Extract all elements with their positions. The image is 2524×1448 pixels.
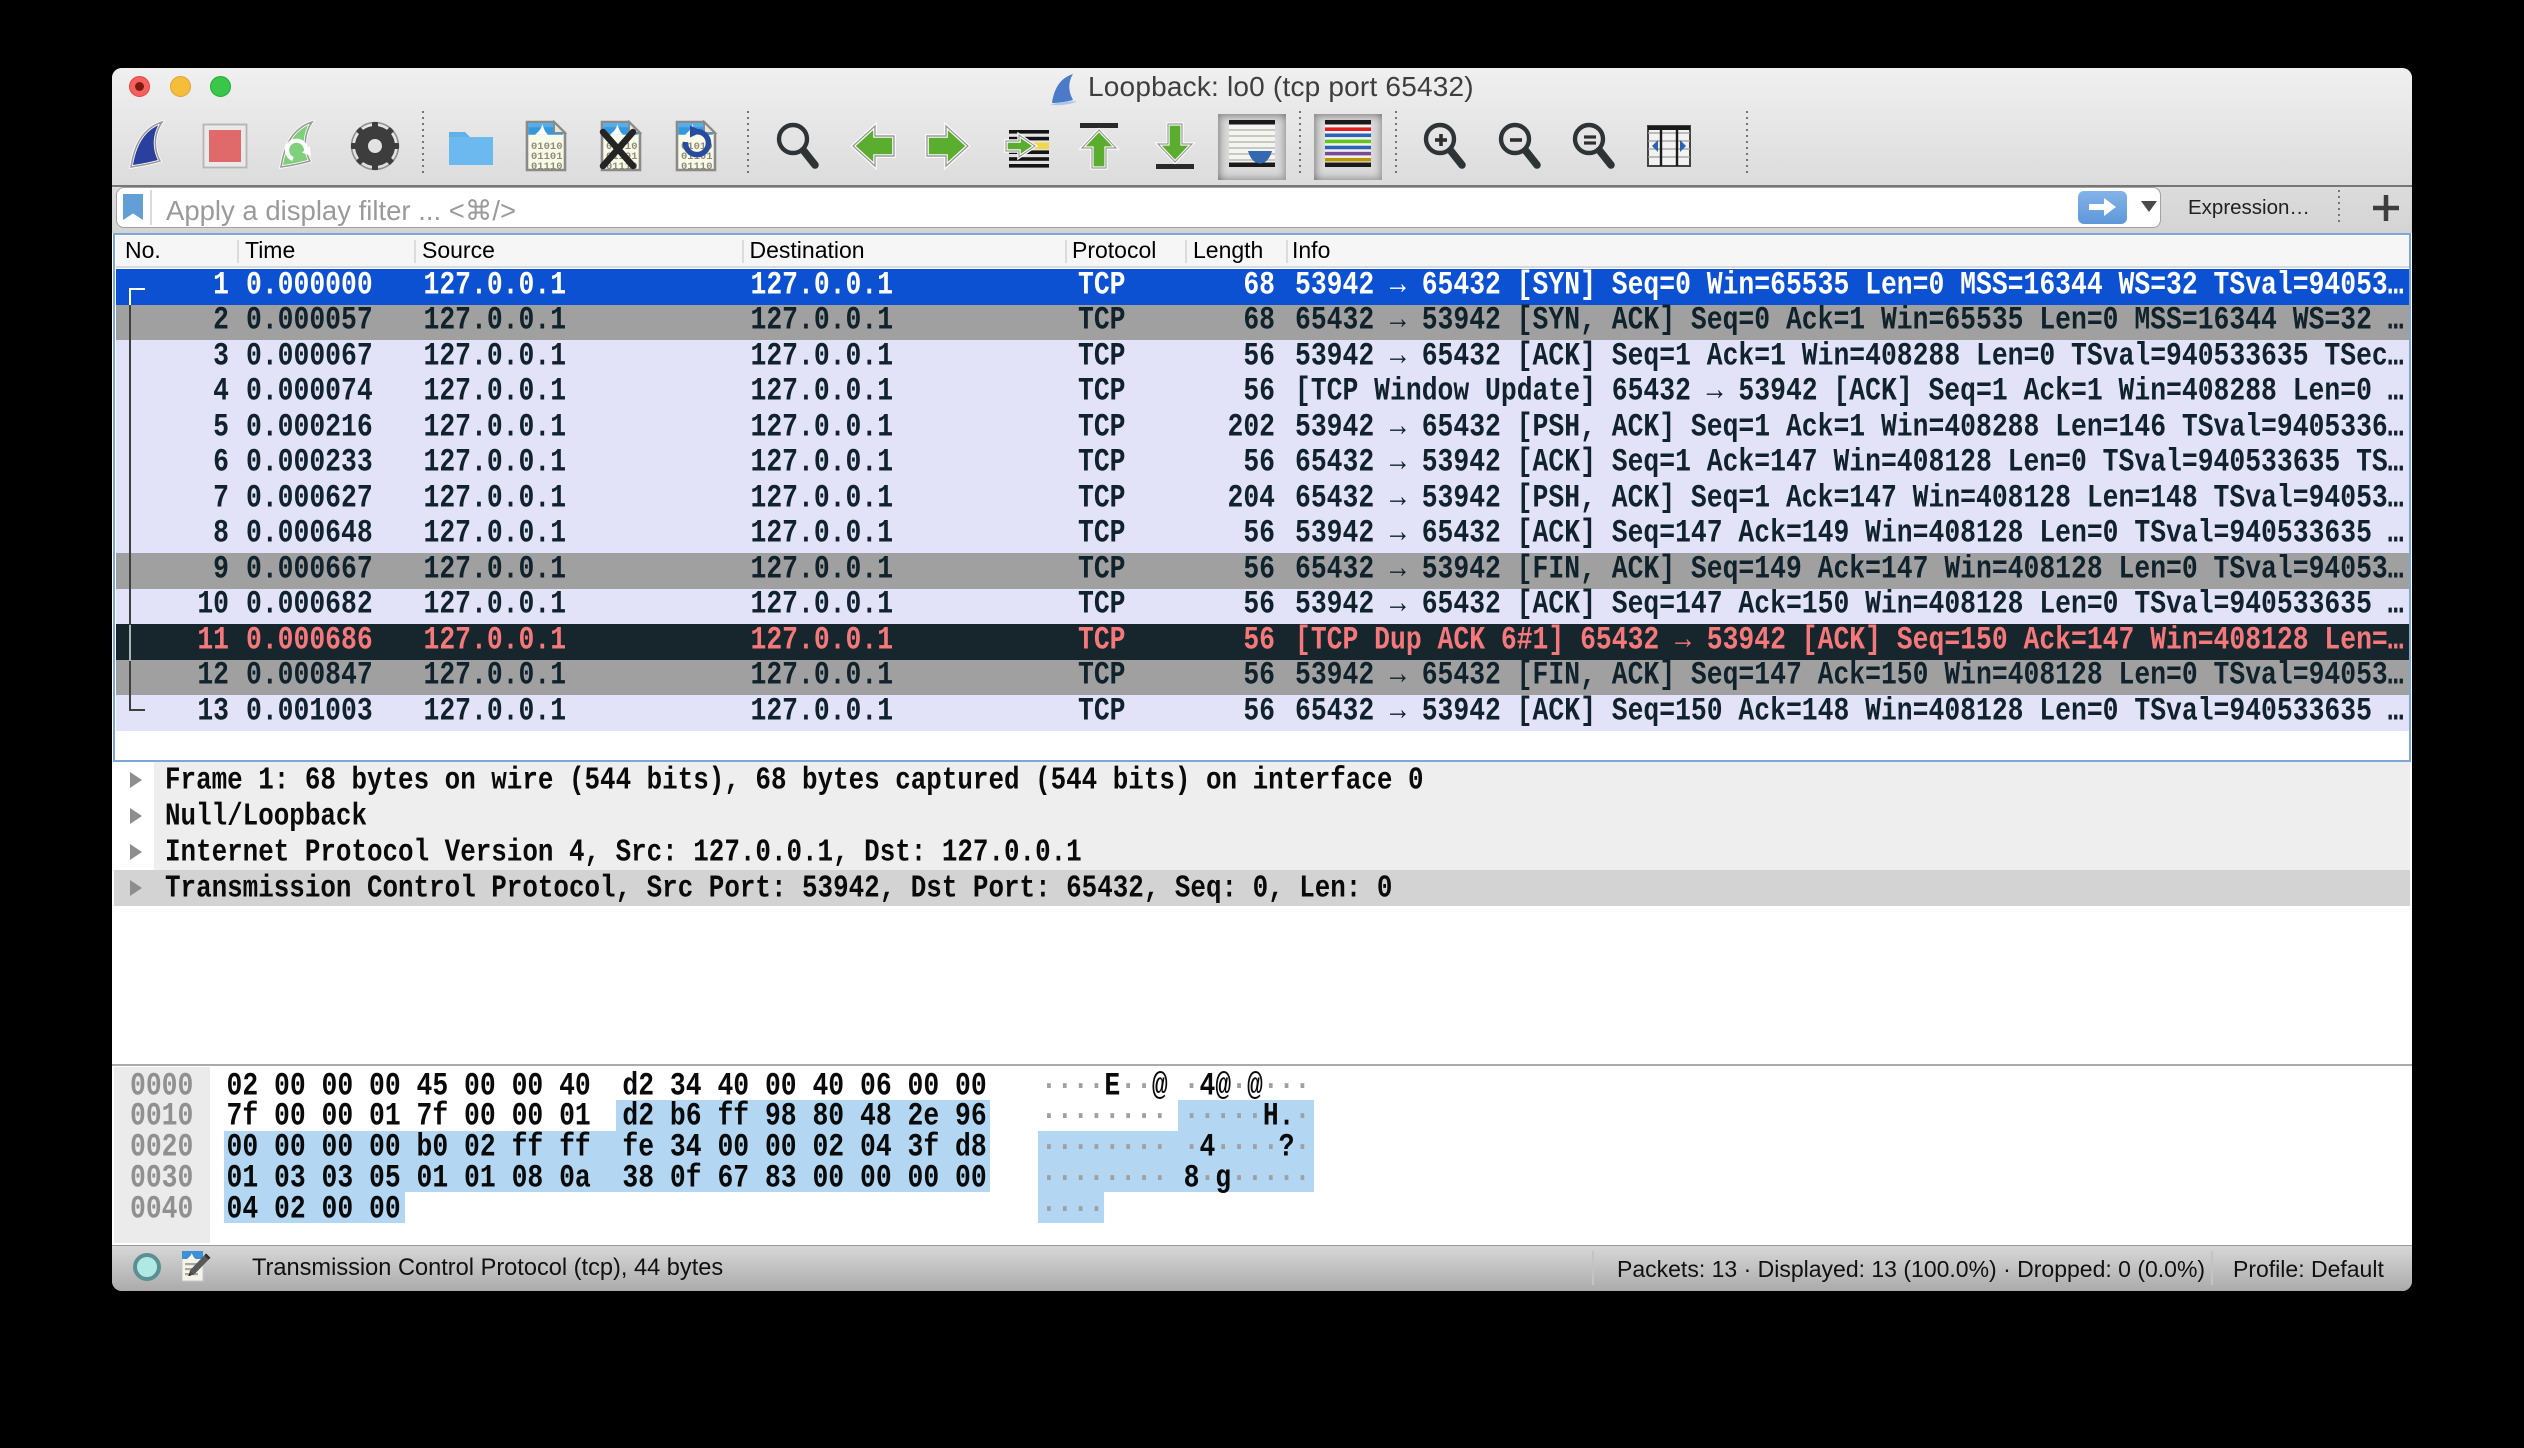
svg-text:01110: 01110 xyxy=(531,161,563,172)
svg-text:01110: 01110 xyxy=(681,161,713,172)
